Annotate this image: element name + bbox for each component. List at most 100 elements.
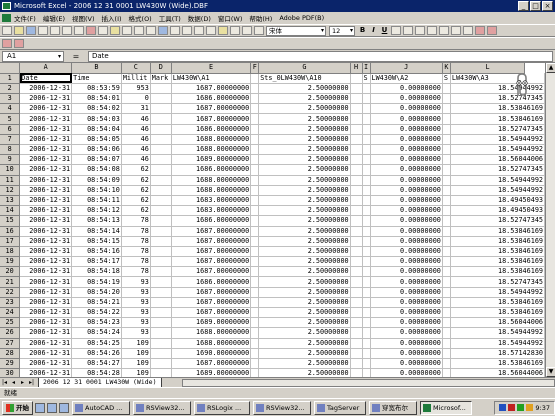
- table-cell[interactable]: 08:54:06: [71, 144, 122, 156]
- table-cell[interactable]: [362, 113, 371, 125]
- table-cell[interactable]: [250, 327, 260, 339]
- table-cell[interactable]: 18.54944992: [450, 185, 545, 196]
- table-cell[interactable]: [442, 307, 451, 319]
- table-cell[interactable]: 2.50000000: [258, 154, 351, 166]
- table-cell[interactable]: 0.00000000: [370, 144, 443, 156]
- convert-and-email-icon[interactable]: [14, 39, 24, 48]
- table-cell[interactable]: [442, 103, 451, 115]
- table-cell[interactable]: [150, 124, 172, 135]
- table-cell[interactable]: [250, 205, 260, 217]
- table-cell[interactable]: [150, 307, 172, 319]
- table-cell[interactable]: [442, 226, 451, 237]
- table-cell[interactable]: 2.50000000: [258, 83, 351, 95]
- table-cell[interactable]: 18.56044006: [450, 368, 545, 377]
- table-cell[interactable]: 1683.00000000: [171, 195, 252, 207]
- table-cell[interactable]: [350, 256, 363, 268]
- table-cell[interactable]: 2006-12-31: [19, 297, 73, 309]
- table-cell[interactable]: 2.50000000: [258, 215, 351, 227]
- table-cell[interactable]: 2006-12-31: [19, 113, 73, 125]
- table-cell[interactable]: 1687.00000000: [171, 307, 252, 319]
- table-cell[interactable]: 0.00000000: [370, 358, 443, 370]
- table-cell[interactable]: 2006-12-31: [19, 287, 73, 298]
- header-cell[interactable]: Sts_0LW430W\A10: [258, 73, 351, 84]
- table-cell[interactable]: [442, 266, 451, 278]
- table-cell[interactable]: 0.00000000: [370, 93, 443, 105]
- align-right-icon[interactable]: [415, 26, 425, 35]
- table-cell[interactable]: 93: [121, 317, 151, 329]
- table-cell[interactable]: 2.50000000: [258, 164, 351, 176]
- table-cell[interactable]: [350, 287, 363, 298]
- table-cell[interactable]: 1687.00000000: [171, 226, 252, 237]
- row-header[interactable]: 13: [0, 195, 21, 207]
- table-cell[interactable]: 1687.00000000: [171, 266, 252, 278]
- table-cell[interactable]: [362, 93, 371, 105]
- table-cell[interactable]: 2006-12-31: [19, 185, 73, 196]
- zoom-icon[interactable]: [242, 26, 252, 35]
- table-cell[interactable]: 0.00000000: [370, 307, 443, 319]
- tray-icon[interactable]: [508, 404, 516, 411]
- table-cell[interactable]: 18.53846169: [450, 113, 545, 125]
- table-cell[interactable]: 1688.00000000: [171, 175, 252, 186]
- table-cell[interactable]: 18.52747345: [450, 124, 545, 135]
- column-header[interactable]: B: [71, 63, 122, 74]
- row-header[interactable]: 4: [0, 103, 21, 115]
- table-cell[interactable]: 08:54:10: [71, 185, 122, 196]
- row-header[interactable]: 12: [0, 185, 21, 196]
- table-cell[interactable]: [350, 236, 363, 247]
- table-cell[interactable]: 0.00000000: [370, 348, 443, 359]
- table-cell[interactable]: [150, 113, 172, 125]
- menu-file[interactable]: 文件(F): [14, 13, 36, 23]
- task-autocad[interactable]: AutoCAD ...: [72, 400, 130, 415]
- table-cell[interactable]: 2.50000000: [258, 185, 351, 196]
- row-header[interactable]: 7: [0, 134, 21, 146]
- table-cell[interactable]: 18.52747345: [450, 215, 545, 227]
- table-cell[interactable]: [150, 297, 172, 309]
- table-cell[interactable]: 1687.00000000: [171, 246, 252, 258]
- merge-center-icon[interactable]: [427, 26, 437, 35]
- table-cell[interactable]: 08:54:20: [71, 287, 122, 298]
- table-cell[interactable]: 18.54944992: [450, 338, 545, 349]
- table-cell[interactable]: 2006-12-31: [19, 195, 73, 207]
- table-cell[interactable]: [150, 276, 172, 288]
- table-cell[interactable]: 78: [121, 236, 151, 247]
- table-cell[interactable]: 2006-12-31: [19, 215, 73, 227]
- task-rsview32-2[interactable]: RSView32...: [253, 400, 311, 415]
- table-cell[interactable]: 2.50000000: [258, 327, 351, 339]
- minimize-button[interactable]: _: [518, 1, 529, 11]
- table-cell[interactable]: [150, 338, 172, 349]
- table-cell[interactable]: 08:54:08: [71, 164, 122, 176]
- table-cell[interactable]: [150, 164, 172, 176]
- table-cell[interactable]: 08:54:23: [71, 317, 122, 329]
- last-sheet-icon[interactable]: ▸|: [27, 379, 36, 387]
- table-cell[interactable]: [350, 205, 363, 217]
- table-cell[interactable]: 08:54:11: [71, 195, 122, 207]
- start-button[interactable]: 开始: [2, 400, 33, 415]
- menu-tools[interactable]: 工具(T): [159, 13, 181, 23]
- table-cell[interactable]: [350, 358, 363, 370]
- table-cell[interactable]: 2006-12-31: [19, 226, 73, 237]
- table-cell[interactable]: 1688.00000000: [171, 144, 252, 156]
- hyperlink-icon[interactable]: [158, 26, 168, 35]
- table-cell[interactable]: [350, 338, 363, 349]
- table-cell[interactable]: 0.00000000: [370, 113, 443, 125]
- row-header[interactable]: 14: [0, 205, 21, 217]
- table-cell[interactable]: [442, 256, 451, 268]
- row-header[interactable]: 11: [0, 175, 21, 186]
- table-cell[interactable]: [350, 113, 363, 125]
- table-cell[interactable]: 31: [121, 103, 151, 115]
- table-cell[interactable]: 18.53846169: [450, 103, 545, 115]
- currency-icon[interactable]: [439, 26, 449, 35]
- table-cell[interactable]: 78: [121, 226, 151, 237]
- table-cell[interactable]: [442, 287, 451, 298]
- table-cell[interactable]: [150, 256, 172, 268]
- table-cell[interactable]: 18.57142830: [450, 348, 545, 359]
- table-cell[interactable]: 2006-12-31: [19, 338, 73, 349]
- table-cell[interactable]: [362, 276, 371, 288]
- align-left-icon[interactable]: [391, 26, 401, 35]
- table-cell[interactable]: [250, 154, 260, 166]
- table-cell[interactable]: 2.50000000: [258, 317, 351, 329]
- cut-icon[interactable]: [86, 26, 96, 35]
- table-cell[interactable]: 08:54:03: [71, 113, 122, 125]
- table-cell[interactable]: 2.50000000: [258, 246, 351, 258]
- table-cell[interactable]: 08:54:25: [71, 338, 122, 349]
